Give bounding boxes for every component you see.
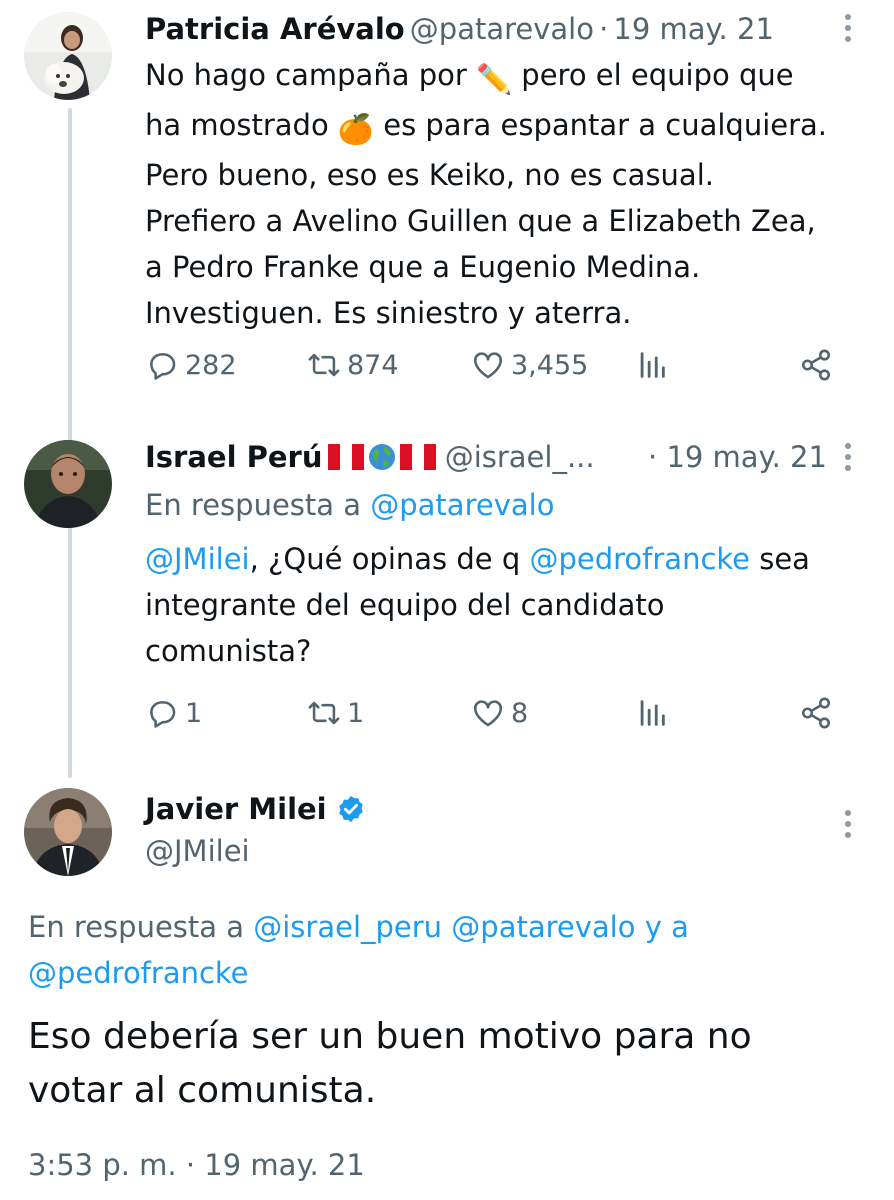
like-count: 8 <box>511 697 529 729</box>
text-line: Eso debería ser un buen motivo para no <box>28 1016 752 1057</box>
text-line: votar al comunista. <box>28 1070 377 1111</box>
retweet-count: 1 <box>347 697 365 729</box>
author-name[interactable]: Javier Milei <box>145 792 327 826</box>
tweet-date[interactable]: 19 may. 21 <box>613 12 774 46</box>
reply-and: y a <box>644 910 689 944</box>
reply-to-link[interactable]: @patarevalo <box>451 910 635 944</box>
reply-to-link[interactable]: @pedrofrancke <box>28 956 249 990</box>
views-button[interactable] <box>635 348 675 382</box>
retweet-icon <box>308 353 340 377</box>
author-handle[interactable]: @patarevalo <box>410 12 594 46</box>
tweet-timestamp[interactable]: 3:53 p. m. · 19 may. 21 <box>28 1148 365 1182</box>
text-line: Investiguen. Es siniestro y aterra. <box>145 296 632 330</box>
peru-flag-icon <box>327 444 364 470</box>
author-handle[interactable]: @israel_... <box>445 440 595 474</box>
text-line: Pero bueno, eso es Keiko, no es casual. <box>145 158 714 192</box>
avatar[interactable] <box>24 440 112 528</box>
reply-prefix: En respuesta a <box>28 910 254 944</box>
text-line: integrante del equipo del candidato <box>145 588 665 622</box>
reply-prefix: En respuesta a <box>145 488 371 522</box>
reply-icon <box>150 701 176 728</box>
text-line: a Pedro Franke que a Eugenio Medina. <box>145 250 701 284</box>
tweet-actions: 1 1 8 <box>145 696 845 736</box>
reply-count: 282 <box>185 349 237 381</box>
share-button[interactable] <box>799 696 839 730</box>
text-segment: No hago campaña por <box>145 58 476 92</box>
more-icon[interactable] <box>843 810 853 843</box>
retweet-icon <box>308 701 340 725</box>
reply-button[interactable]: 1 <box>145 696 202 730</box>
author-name[interactable]: Patricia Arévalo <box>145 12 405 46</box>
like-icon <box>473 352 503 379</box>
share-icon <box>801 697 831 729</box>
views-button[interactable] <box>635 696 675 730</box>
share-button[interactable] <box>799 348 839 382</box>
reply-icon <box>150 353 176 380</box>
tweet-text: @JMilei, ¿Qué opinas de q @pedrofrancke … <box>145 536 875 674</box>
text-segment: , ¿Qué opinas de q <box>249 542 530 576</box>
text-segment: ha mostrado <box>145 108 338 142</box>
like-icon <box>473 700 503 727</box>
like-button[interactable]: 3,455 <box>471 348 588 382</box>
author-handle[interactable]: @JMilei <box>145 834 250 868</box>
views-icon <box>640 352 665 378</box>
like-count: 3,455 <box>511 349 589 381</box>
mention-link[interactable]: @pedrofrancke <box>529 542 750 576</box>
globe-icon <box>368 444 395 470</box>
tweet-date[interactable]: 19 may. 21 <box>666 440 827 474</box>
more-icon[interactable] <box>843 14 853 47</box>
mention-link[interactable]: @JMilei <box>145 542 250 576</box>
author-name[interactable]: Israel Perú <box>145 440 323 474</box>
tweet-text: Eso debería ser un buen motivo para no v… <box>28 1010 878 1118</box>
share-icon <box>801 349 831 381</box>
tweet-text: No hago campaña por ✏️ pero el equipo qu… <box>145 52 875 336</box>
text-line: comunista? <box>145 634 312 668</box>
retweet-button[interactable]: 874 <box>307 348 399 382</box>
views-icon <box>640 700 665 726</box>
separator: · <box>599 12 609 46</box>
avatar[interactable] <box>24 12 112 100</box>
text-segment: es para espantar a cualquiera. <box>374 108 828 142</box>
reply-to-link[interactable]: @patarevalo <box>370 488 554 522</box>
reply-context: En respuesta a @israel_peru @patarevalo … <box>28 904 868 996</box>
tweet-actions: 282 874 3,455 <box>145 348 845 388</box>
reply-button[interactable]: 282 <box>145 348 237 382</box>
retweet-count: 874 <box>347 349 399 381</box>
reply-to-link[interactable]: @israel_peru <box>253 910 442 944</box>
pencil-emoji: ✏️ <box>475 62 513 96</box>
separator: · <box>648 440 658 474</box>
more-icon[interactable] <box>843 443 853 476</box>
reply-context: En respuesta a @patarevalo <box>145 488 554 522</box>
retweet-button[interactable]: 1 <box>307 696 364 730</box>
text-line: Prefiero a Avelino Guillen que a Elizabe… <box>145 204 816 238</box>
peru-flag-icon <box>399 444 436 470</box>
verified-badge-icon <box>338 795 363 823</box>
text-segment: sea <box>750 542 810 576</box>
orange-emoji: 🍊 <box>337 112 375 146</box>
avatar[interactable] <box>24 788 112 876</box>
like-button[interactable]: 8 <box>471 696 528 730</box>
text-segment: pero el equipo que <box>512 58 794 92</box>
reply-count: 1 <box>185 697 203 729</box>
